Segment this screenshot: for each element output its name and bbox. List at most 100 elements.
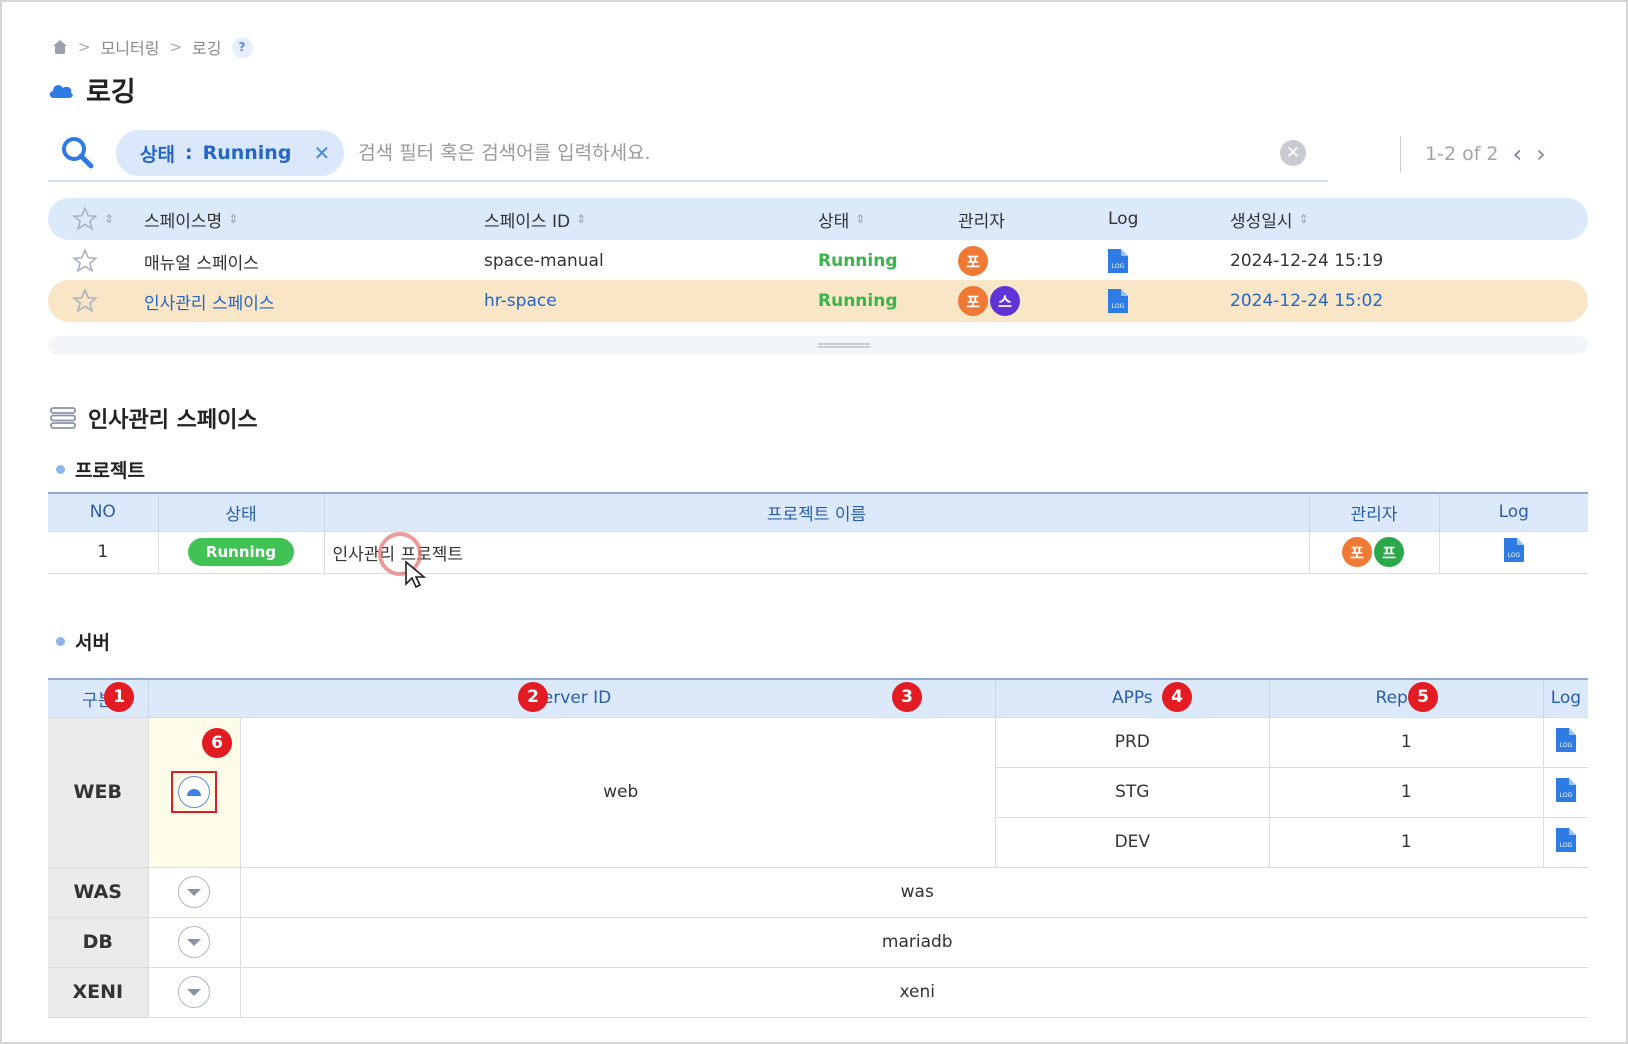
header-apps: APPs xyxy=(994,679,1270,717)
table-row-selected[interactable]: 인사관리 스페이스 hr-space Running 포스 LOG 2024-1… xyxy=(48,280,1588,322)
table-row[interactable]: WAS was xyxy=(48,866,1588,918)
app-log-cell: LOG xyxy=(1542,766,1588,818)
chevron-right-icon: > xyxy=(78,38,91,56)
detail-title: 인사관리 스페이스 xyxy=(50,402,258,434)
collapse-button[interactable] xyxy=(178,776,210,808)
app-log-cell: LOG xyxy=(1542,716,1588,768)
sort-icon[interactable]: ⇕ xyxy=(228,212,238,226)
header-status-label: 상태 xyxy=(818,211,850,232)
space-name[interactable]: 매뉴얼 스페이스 xyxy=(144,240,259,282)
highlight-box xyxy=(171,771,217,813)
header-log-label: Log xyxy=(1108,209,1139,229)
log-icon-label: LOG xyxy=(1560,742,1573,749)
app-name: DEV xyxy=(995,816,1270,868)
resize-handle[interactable] xyxy=(48,336,1588,354)
pagination: 1-2 of 2 ‹ › xyxy=(1400,136,1546,172)
project-section-title: 프로젝트 xyxy=(56,456,145,483)
project-name[interactable]: 인사관리 프로젝트 xyxy=(323,530,1310,574)
table-row[interactable]: 1 Running 인사관리 프로젝트 포프 LOG xyxy=(48,530,1588,574)
status-badge: Running xyxy=(187,538,295,566)
chevron-right-icon: > xyxy=(169,38,183,56)
avatar: 스 xyxy=(990,286,1020,316)
header-no: NO xyxy=(48,493,159,531)
server-kind: WAS xyxy=(48,866,149,918)
log-icon-label: LOG xyxy=(1112,263,1125,270)
clear-icon[interactable]: ✕ xyxy=(1280,140,1306,166)
header-server-id: Server ID xyxy=(147,679,996,717)
cloud-icon xyxy=(49,84,73,98)
star-icon[interactable] xyxy=(72,248,98,274)
page-title-text: 로깅 xyxy=(86,77,136,108)
help-icon[interactable]: ? xyxy=(231,36,253,58)
avatar: 포 xyxy=(1342,537,1372,567)
close-icon[interactable]: ✕ xyxy=(313,141,330,165)
filter-chip-status[interactable]: 상태 : Running ✕ xyxy=(116,130,345,176)
avatar: 포 xyxy=(958,286,988,316)
replica-count: 1 xyxy=(1268,716,1544,768)
star-icon[interactable] xyxy=(72,288,98,314)
log-file-icon[interactable]: LOG xyxy=(1555,727,1576,752)
expander-cell xyxy=(147,866,241,918)
search-input[interactable] xyxy=(358,142,1239,164)
server-kind: XENI xyxy=(48,966,149,1018)
table-row[interactable]: WEB web PRD 1 LOG xyxy=(48,716,1588,868)
chevron-right-icon[interactable]: › xyxy=(1536,140,1546,168)
log-file-icon[interactable]: LOG xyxy=(1108,249,1128,273)
chevron-left-icon[interactable]: ‹ xyxy=(1513,140,1523,168)
header-admin: 관리자 xyxy=(958,198,1005,240)
chevron-down-icon xyxy=(187,888,201,896)
filter-chip-key: 상태 xyxy=(140,143,175,166)
avatar: 포 xyxy=(958,246,988,276)
log-file-icon[interactable]: LOG xyxy=(1108,289,1128,313)
server-kind: WEB xyxy=(48,716,149,868)
space-id: space-manual xyxy=(484,251,604,271)
expand-button[interactable] xyxy=(178,976,210,1008)
header-log: Log xyxy=(1108,198,1138,240)
pagination-range: 1-2 of 2 xyxy=(1425,143,1499,165)
project-table: NO 상태 프로젝트 이름 관리자 Log 1 Running 인사관리 프로젝… xyxy=(48,492,1588,574)
sort-icon[interactable]: ⇕ xyxy=(104,212,114,226)
home-icon[interactable] xyxy=(52,39,68,55)
log-file-icon[interactable]: LOG xyxy=(1555,777,1576,802)
header-created[interactable]: 생성일시 ⇕ xyxy=(1230,198,1309,240)
log-file-icon[interactable]: LOG xyxy=(1503,537,1524,562)
header-project-name: 프로젝트 이름 xyxy=(323,493,1310,531)
bullet-icon xyxy=(56,465,65,474)
star-icon xyxy=(72,206,98,231)
page-title: 로깅 xyxy=(48,70,136,109)
header-status: 상태 xyxy=(157,493,325,531)
header-replica: Replica xyxy=(1268,679,1544,717)
table-row[interactable]: XENI xeni xyxy=(48,966,1588,1018)
header-status[interactable]: 상태 ⇕ xyxy=(818,198,865,240)
mouse-cursor-icon xyxy=(405,560,427,589)
log-icon-label: LOG xyxy=(1507,552,1520,559)
server-kind: DB xyxy=(48,916,149,968)
header-space-name[interactable]: 스페이스명 ⇕ xyxy=(144,198,238,240)
sort-icon[interactable]: ⇕ xyxy=(1299,212,1309,226)
breadcrumb: > 모니터링 > 로깅 ? xyxy=(52,34,253,60)
app-name: PRD xyxy=(994,716,1270,768)
expander-cell xyxy=(147,916,241,968)
log-file-icon[interactable]: LOG xyxy=(1555,827,1576,852)
space-name[interactable]: 인사관리 스페이스 xyxy=(144,280,275,322)
breadcrumb-logging: 로깅 xyxy=(192,39,222,58)
header-space-name-label: 스페이스명 xyxy=(144,211,223,232)
breadcrumb-monitoring[interactable]: 모니터링 xyxy=(101,35,160,59)
callout-marker-5: 5 xyxy=(1408,682,1438,712)
sort-icon[interactable]: ⇕ xyxy=(855,212,865,226)
space-table-header: ⇕ 스페이스명 ⇕ 스페이스 ID ⇕ 상태 ⇕ 관리자 Log 생성일시 ⇕ xyxy=(48,198,1588,240)
server-section-title: 서버 xyxy=(56,628,110,655)
table-row[interactable]: DB mariadb xyxy=(48,916,1588,968)
project-section-label: 프로젝트 xyxy=(75,460,145,482)
detail-title-text: 인사관리 스페이스 xyxy=(88,408,258,433)
sort-icon[interactable]: ⇕ xyxy=(576,212,586,226)
expand-button[interactable] xyxy=(178,876,210,908)
expand-button[interactable] xyxy=(178,926,210,958)
table-row[interactable]: 매뉴얼 스페이스 space-manual Running 포 LOG 2024… xyxy=(48,240,1588,282)
header-space-id[interactable]: 스페이스 ID ⇕ xyxy=(484,198,586,240)
space-id: hr-space xyxy=(484,291,557,311)
server-icon xyxy=(50,407,76,429)
callout-marker-2: 2 xyxy=(518,682,548,712)
favorite-header[interactable]: ⇕ xyxy=(72,198,114,240)
search-icon[interactable] xyxy=(58,133,98,173)
